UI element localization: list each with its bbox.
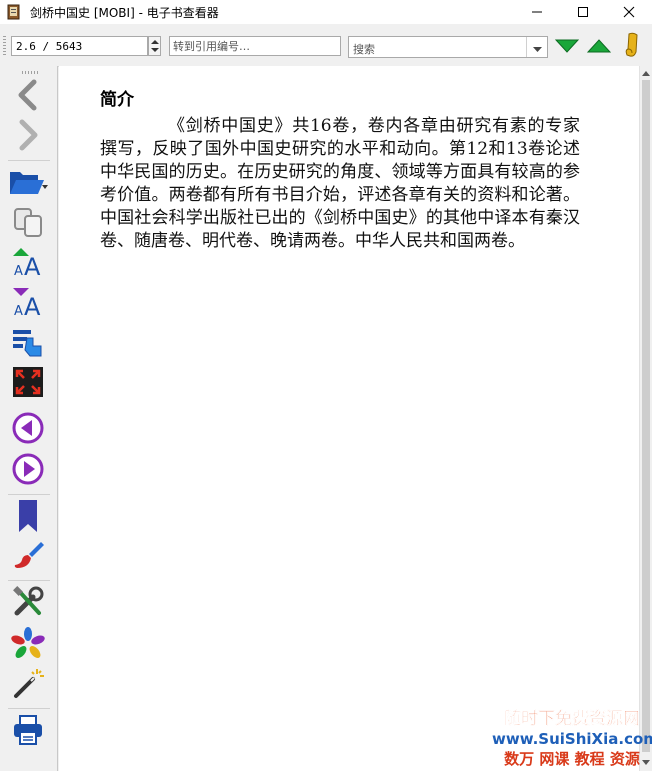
bookmark-button[interactable] [9, 500, 47, 536]
app-logo-icon [7, 4, 21, 20]
next-page-button[interactable] [9, 453, 47, 489]
theme-icon [11, 540, 45, 576]
next-page-icon [11, 452, 45, 490]
sidebar-separator [8, 708, 50, 709]
preferences-button[interactable] [9, 586, 47, 622]
inspector-icon [11, 666, 45, 704]
font-smaller-icon: A A [11, 287, 45, 321]
metadata-icon [11, 626, 45, 664]
watermark-line-3: 数万 网课 教程 资源 [504, 750, 640, 768]
book-reader-view[interactable]: 简介 《剑桥中国史》共16卷，卷内各章由研究有素的专家撰写，反映了国外中国史研究… [59, 66, 639, 771]
chevron-down-icon [532, 38, 542, 57]
close-button[interactable] [606, 0, 652, 24]
forward-icon [15, 119, 41, 155]
find-next-icon [554, 38, 580, 57]
back-icon [15, 79, 41, 115]
watermark-url: www.SuiShiXia.com [492, 730, 652, 748]
scrollbar-thumb[interactable] [642, 80, 650, 752]
search-dropdown-button[interactable] [526, 37, 547, 57]
position-input[interactable] [11, 36, 148, 56]
sidebar-separator [8, 580, 50, 581]
font-larger-button[interactable]: A A [9, 246, 47, 282]
reference-mode-button[interactable] [9, 326, 47, 362]
font-smaller-button[interactable]: A A [9, 286, 47, 322]
scroll-up-icon[interactable] [642, 71, 650, 76]
open-book-button[interactable] [8, 166, 48, 202]
fullscreen-icon [12, 366, 44, 402]
minimize-icon [531, 3, 543, 22]
preferences-icon [11, 585, 45, 623]
window-title: 剑桥中国史 [MOBI] - 电子书查看器 [30, 5, 219, 20]
forward-button[interactable] [9, 119, 47, 155]
reference-mode-icon [11, 326, 45, 362]
sidebar-separator [8, 494, 50, 495]
stepper-up-icon[interactable] [151, 40, 159, 44]
previous-page-button[interactable] [9, 412, 47, 448]
open-book-icon [8, 166, 48, 202]
find-previous-icon [586, 38, 612, 57]
theme-button[interactable] [9, 540, 47, 576]
copy-icon [12, 206, 44, 242]
section-body-text: 《剑桥中国史》共16卷，卷内各章由研究有素的专家撰写，反映了国外中国史研究的水平… [100, 116, 580, 251]
search-combobox[interactable] [348, 36, 548, 61]
maximize-button[interactable] [560, 0, 606, 24]
svg-text:A: A [14, 304, 23, 317]
position-stepper[interactable] [148, 36, 161, 56]
title-bar: 剑桥中国史 [MOBI] - 电子书查看器 [0, 0, 652, 24]
svg-text:A: A [24, 293, 41, 317]
maximize-icon [577, 3, 589, 22]
find-next-button[interactable] [554, 35, 580, 59]
sidebar-separator [8, 160, 50, 161]
inspector-button[interactable] [9, 667, 47, 703]
bookmark-icon [16, 499, 40, 537]
previous-page-icon [11, 411, 45, 449]
toolbar-grip[interactable] [3, 36, 6, 56]
print-icon [12, 714, 44, 750]
close-icon [623, 3, 635, 22]
metadata-button[interactable] [9, 627, 47, 663]
site-watermark: 随时下免费资源网 www.SuiShiXia.com 数万 网课 教程 资源 [492, 706, 652, 771]
search-input[interactable] [349, 37, 533, 61]
section-heading: 简介 [100, 90, 134, 110]
fullscreen-button[interactable] [9, 366, 47, 402]
print-button[interactable] [9, 714, 47, 750]
back-button[interactable] [9, 79, 47, 115]
stepper-down-icon[interactable] [151, 48, 159, 52]
font-larger-icon: A A [11, 247, 45, 281]
find-previous-button[interactable] [586, 35, 612, 59]
svg-text:A: A [14, 264, 23, 277]
bookmark-scroll-button[interactable] [620, 32, 646, 62]
minimize-button[interactable] [514, 0, 560, 24]
left-toolbar: A A A A [0, 66, 58, 771]
sidebar-grip[interactable] [22, 71, 38, 74]
reference-input[interactable] [169, 36, 341, 56]
vertical-scrollbar[interactable] [639, 66, 652, 771]
bookmark-ribbon-icon [624, 32, 642, 62]
top-toolbar [0, 24, 652, 67]
watermark-line-1: 随时下免费资源网 [504, 709, 640, 729]
svg-text:A: A [24, 253, 41, 277]
copy-button[interactable] [9, 206, 47, 242]
